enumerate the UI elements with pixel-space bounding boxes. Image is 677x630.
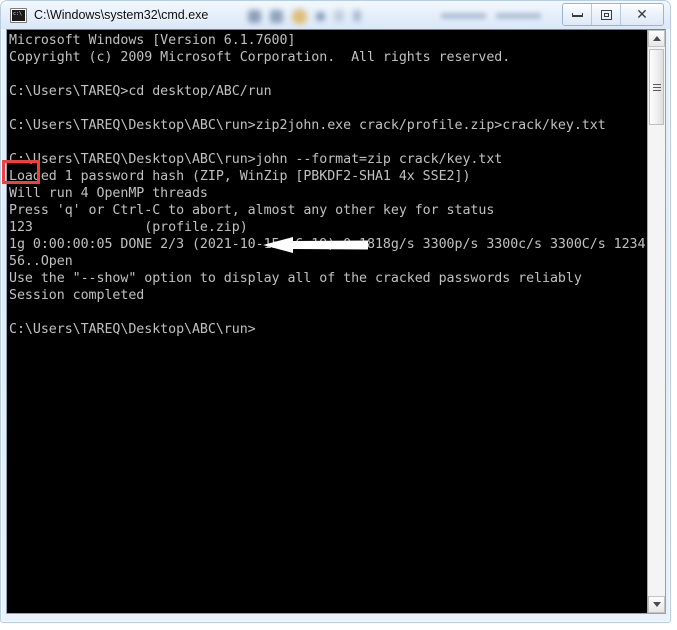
blurred-icon bbox=[270, 9, 283, 23]
window-controls: ✕ bbox=[562, 3, 664, 26]
console-client-area[interactable]: Microsoft Windows [Version 6.1.7600] Cop… bbox=[6, 29, 666, 614]
console-scrollbar[interactable] bbox=[647, 30, 665, 613]
blurred-icon bbox=[353, 10, 361, 22]
console-line: Session completed bbox=[9, 288, 145, 303]
grip-icon bbox=[652, 83, 661, 91]
console-line-cracked-password: 123 (profile.zip) bbox=[9, 220, 248, 235]
console-line: C:\Users\TAREQ>cd desktop/ABC/run bbox=[9, 84, 272, 99]
console-line: 1g 0:00:00:05 DONE 2/3 (2021-10-15 16:19… bbox=[9, 237, 646, 252]
triangle-up-icon bbox=[652, 36, 661, 41]
window-title: C:\Windows\system32\cmd.exe bbox=[34, 8, 209, 22]
triangle-down-icon bbox=[652, 602, 661, 607]
maximize-button[interactable] bbox=[592, 4, 621, 25]
scrollbar-thumb[interactable] bbox=[649, 49, 664, 125]
console-line: 56..Open bbox=[9, 254, 73, 269]
console-line: Use the "--show" option to display all o… bbox=[9, 271, 582, 286]
blurred-label bbox=[496, 12, 541, 19]
cmd-icon bbox=[10, 7, 27, 23]
console-line: Press 'q' or Ctrl-C to abort, almost any… bbox=[9, 203, 495, 218]
scroll-down-arrow[interactable] bbox=[648, 596, 665, 613]
console-line: Will run 4 OpenMP threads bbox=[9, 186, 208, 201]
minimize-icon bbox=[571, 12, 583, 17]
blurred-labels bbox=[441, 3, 551, 28]
desktop-backdrop: C:\Windows\system32\cmd.exe bbox=[0, 0, 677, 630]
title-bar[interactable]: C:\Windows\system32\cmd.exe bbox=[1, 1, 670, 29]
page-edge bbox=[671, 0, 677, 630]
console-line: C:\Users\TAREQ\Desktop\ABC\run>zip2john.… bbox=[9, 118, 606, 133]
console-line: C:\Users\TAREQ\Desktop\ABC\run>john --fo… bbox=[9, 152, 503, 167]
blurred-label bbox=[441, 12, 486, 19]
close-button[interactable]: ✕ bbox=[621, 4, 663, 25]
scrollbar-track[interactable] bbox=[648, 47, 665, 596]
minimize-button[interactable] bbox=[563, 4, 592, 25]
close-icon: ✕ bbox=[636, 6, 648, 23]
blurred-icon bbox=[316, 11, 325, 21]
cmd-window: C:\Windows\system32\cmd.exe bbox=[0, 0, 671, 623]
console-line: Microsoft Windows [Version 6.1.7600] bbox=[9, 33, 296, 48]
blurred-icon bbox=[248, 9, 261, 23]
console-line: Copyright (c) 2009 Microsoft Corporation… bbox=[9, 50, 511, 65]
blurred-icon bbox=[292, 8, 307, 24]
console-output[interactable]: Microsoft Windows [Version 6.1.7600] Cop… bbox=[7, 30, 647, 613]
blurred-icon bbox=[334, 10, 344, 22]
maximize-icon bbox=[600, 9, 612, 20]
taskbar-icons-blurred bbox=[248, 4, 433, 28]
scroll-up-arrow[interactable] bbox=[648, 30, 665, 47]
page-edge bbox=[0, 623, 677, 630]
console-line: Loaded 1 password hash (ZIP, WinZip [PBK… bbox=[9, 169, 471, 184]
console-line-prompt: C:\Users\TAREQ\Desktop\ABC\run> bbox=[9, 322, 256, 337]
